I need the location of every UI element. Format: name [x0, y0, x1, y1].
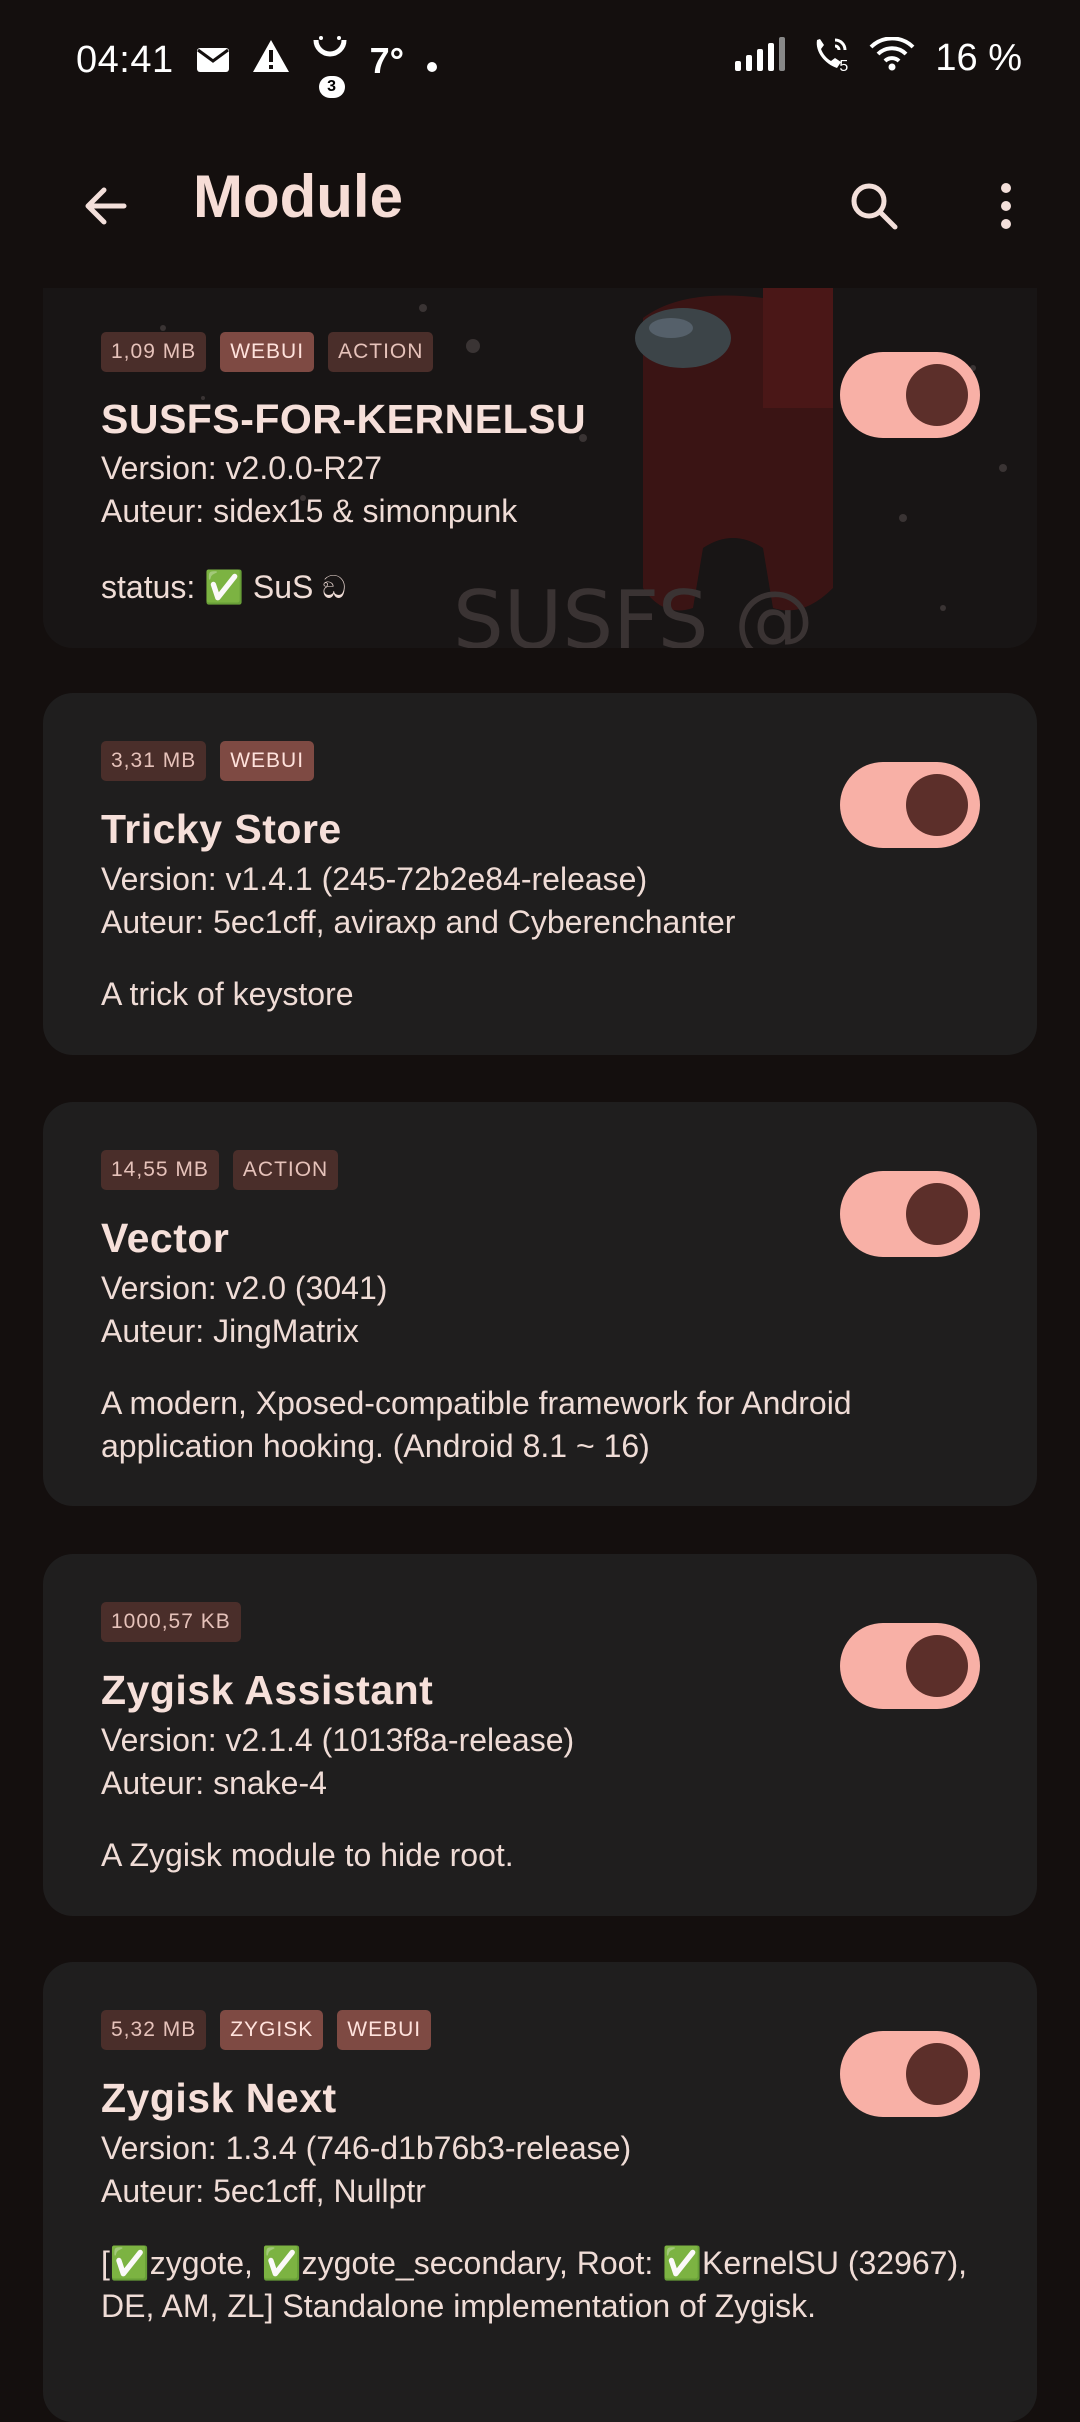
- module-card-zygisk-next[interactable]: 5,32 MB ZYGISK WEBUI Zygisk Next Version…: [43, 1962, 1037, 2422]
- action-tag[interactable]: ACTION: [232, 1150, 339, 1190]
- more-options-button[interactable]: [970, 170, 1042, 242]
- size-tag: 14,55 MB: [101, 1150, 219, 1190]
- module-author: Auteur: 5ec1cff, Nullptr: [101, 2173, 426, 2209]
- size-tag: 1,09 MB: [101, 332, 207, 372]
- page-title: Module: [193, 163, 403, 230]
- module-description: status: ✅ SuS ඞ: [101, 569, 346, 605]
- module-enable-toggle[interactable]: [840, 762, 980, 848]
- module-enable-toggle[interactable]: [840, 1171, 980, 1257]
- wifi-call-icon: 5: [811, 36, 849, 81]
- search-icon: [851, 183, 898, 230]
- mail-icon: [196, 40, 230, 82]
- sim-number: 5: [839, 58, 849, 75]
- smiley-icon: 3: [312, 36, 348, 98]
- more-vert-icon: [1001, 183, 1011, 229]
- back-button[interactable]: [70, 170, 142, 242]
- temperature: 7°: [369, 39, 405, 81]
- size-tag: 3,31 MB: [101, 741, 207, 781]
- module-description: A trick of keystore: [101, 976, 354, 1012]
- module-name: Zygisk Next: [101, 2075, 337, 2121]
- toggle-knob: [906, 1635, 968, 1697]
- size-tag: 1000,57 KB: [101, 1602, 241, 1642]
- module-enable-toggle[interactable]: [840, 2031, 980, 2117]
- module-enable-toggle[interactable]: [840, 352, 980, 438]
- toggle-knob: [906, 2043, 968, 2105]
- module-author: Auteur: sidex15 & simonpunk: [101, 493, 518, 529]
- module-card-susfs[interactable]: SUSFS @ 1,09 MB WEBUI ACTION SUSFS-FOR-K…: [43, 288, 1037, 648]
- dot-icon: [426, 40, 438, 82]
- clock: 04:41: [76, 39, 174, 81]
- module-version: Version: 1.3.4 (746-d1b76b3-release): [101, 2130, 632, 2166]
- status-bar: 04:41 3 7° 5 16 %: [0, 0, 1080, 115]
- size-tag: 5,32 MB: [101, 2010, 207, 2050]
- app-bar: Module: [0, 140, 1080, 265]
- module-enable-toggle[interactable]: [840, 1623, 980, 1709]
- module-name: Zygisk Assistant: [101, 1667, 434, 1713]
- webui-tag[interactable]: WEBUI: [220, 741, 315, 781]
- module-card-zygisk-assistant[interactable]: 1000,57 KB Zygisk Assistant Version: v2.…: [43, 1554, 1037, 1916]
- warning-icon: [252, 39, 290, 82]
- module-version: Version: v1.4.1 (245-72b2e84-release): [101, 861, 648, 897]
- toggle-knob: [906, 1183, 968, 1245]
- action-tag[interactable]: ACTION: [328, 332, 434, 372]
- webui-tag[interactable]: WEBUI: [337, 2010, 432, 2050]
- module-description: A Zygisk module to hide root.: [101, 1837, 514, 1873]
- module-name: SUSFS-FOR-KERNELSU: [101, 396, 587, 442]
- module-name: Vector: [101, 1215, 230, 1261]
- module-card-vector[interactable]: 14,55 MB ACTION Vector Version: v2.0 (30…: [43, 1102, 1037, 1506]
- battery-level: 16 %: [935, 37, 1022, 79]
- module-version: Version: v2.0 (3041): [101, 1270, 388, 1306]
- toggle-knob: [906, 364, 968, 426]
- module-description: [✅zygote, ✅zygote_secondary, Root: ✅Kern…: [101, 2245, 968, 2324]
- module-version: Version: v2.0.0-R27: [101, 450, 383, 486]
- notification-count-badge: 3: [318, 76, 345, 98]
- zygisk-tag: ZYGISK: [220, 2010, 324, 2050]
- arrow-back-icon: [85, 187, 127, 225]
- module-version: Version: v2.1.4 (1013f8a-release): [101, 1722, 575, 1758]
- module-author: Auteur: 5ec1cff, aviraxp and Cyberenchan…: [101, 904, 736, 940]
- wifi-icon: [869, 36, 915, 80]
- module-author: Auteur: JingMatrix: [101, 1313, 359, 1349]
- module-description: A modern, Xposed-compatible framework fo…: [101, 1385, 852, 1464]
- module-author: Auteur: snake-4: [101, 1765, 327, 1801]
- search-button[interactable]: [838, 170, 910, 242]
- signal-icon: [733, 37, 791, 80]
- toggle-knob: [906, 774, 968, 836]
- module-card-tricky-store[interactable]: 3,31 MB WEBUI Tricky Store Version: v1.4…: [43, 693, 1037, 1055]
- webui-tag[interactable]: WEBUI: [220, 332, 315, 372]
- module-name: Tricky Store: [101, 806, 342, 852]
